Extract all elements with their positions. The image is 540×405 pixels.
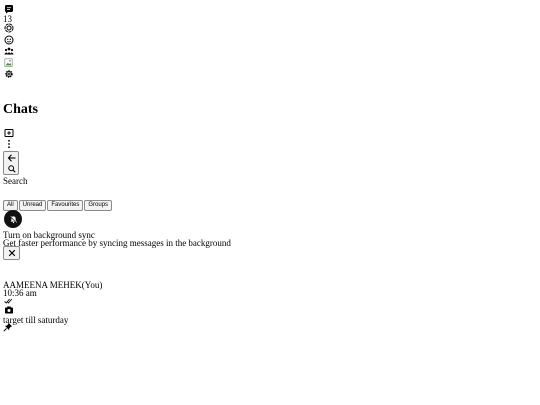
- pin-icon: [3, 322, 13, 332]
- bell-off-icon: [4, 210, 22, 228]
- banner-close-button[interactable]: [3, 246, 20, 260]
- page-title: Chats: [3, 102, 39, 117]
- search-icon: [7, 164, 17, 174]
- camera-icon: [4, 305, 14, 315]
- chats-nav-icon[interactable]: [4, 4, 14, 14]
- close-icon: [8, 249, 15, 257]
- kebab-menu-icon[interactable]: [4, 139, 14, 149]
- profile-image-broken[interactable]: [4, 58, 14, 68]
- gear-icon[interactable]: [4, 69, 14, 79]
- filter-favourites[interactable]: Favourites: [47, 200, 84, 211]
- banner-description: Get faster performance by syncing messag…: [3, 238, 231, 248]
- arrow-left-icon: [7, 153, 17, 163]
- channels-icon[interactable]: [4, 35, 14, 45]
- filter-groups[interactable]: Groups: [84, 200, 113, 211]
- status-ring-icon[interactable]: [4, 23, 14, 33]
- search-input[interactable]: Search: [3, 176, 28, 186]
- new-chat-icon[interactable]: [4, 128, 14, 138]
- filter-unread[interactable]: Unread: [18, 200, 47, 211]
- search-back-button[interactable]: [3, 151, 19, 175]
- filter-chips: All Unread Favourites Groups: [3, 200, 113, 211]
- communities-icon[interactable]: [4, 46, 14, 56]
